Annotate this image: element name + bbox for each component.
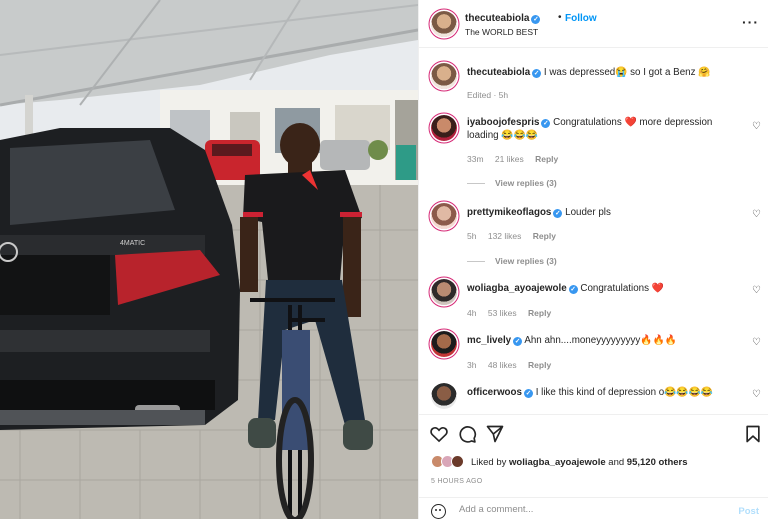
comment-time: 3h (467, 360, 477, 370)
comment-body: Ahn ahn....moneyyyyyyyyy🔥🔥🔥 (524, 335, 677, 346)
add-comment-bar: Post (419, 497, 768, 519)
caption-body: I was depressed😭 so I got a Benz 🤗 (543, 67, 711, 78)
commenter-avatar[interactable] (431, 331, 457, 357)
share-icon[interactable] (485, 424, 505, 444)
verified-badge-icon: ✓ (541, 119, 551, 128)
comment-like-heart-icon[interactable]: ♡ (752, 389, 761, 400)
comment-meta: 4h 53 likes Reply (467, 308, 560, 318)
liked-by-user[interactable]: woliagba_ayoajewole (509, 457, 606, 468)
post-sidebar: thecuteabiola ✓ • Follow The WORLD BEST ·… (418, 0, 768, 519)
verified-badge-icon: ✓ (568, 285, 578, 294)
verified-badge-icon: ✓ (553, 209, 563, 218)
more-horizontal-icon[interactable]: ··· (742, 14, 759, 30)
author-avatar[interactable] (431, 11, 457, 37)
comment-input[interactable] (459, 504, 719, 515)
comment-likes[interactable]: 48 likes (488, 360, 517, 370)
comment-text: mc_lively ✓ Ahn ahn....moneyyyyyyyyy🔥🔥🔥 (467, 335, 737, 348)
emoji-icon[interactable] (431, 504, 446, 519)
commenter-avatar[interactable] (431, 115, 457, 141)
comment-time: 33m (467, 154, 484, 164)
likes-summary[interactable]: Liked by woliagba_ayoajewole and 95,120 … (471, 457, 688, 468)
author-username[interactable]: thecuteabiola ✓ (465, 13, 541, 24)
post-actions: Liked by woliagba_ayoajewole and 95,120 … (419, 414, 768, 519)
instagram-post: 4MATIC thecuteabiola ✓ • Follow The WORL… (0, 0, 768, 519)
comment-body: Louder pls (565, 207, 611, 218)
comment-username[interactable]: prettymikeoflagos (467, 207, 551, 218)
comment-like-heart-icon[interactable]: ♡ (752, 121, 761, 132)
bookmark-icon[interactable] (743, 424, 763, 444)
view-replies-button[interactable]: View replies (3) (467, 256, 557, 266)
commenter-avatar[interactable] (431, 203, 457, 229)
post-photo[interactable]: 4MATIC (0, 0, 418, 519)
comment-icon[interactable] (457, 424, 477, 444)
author-subtitle: The WORLD BEST (465, 27, 539, 37)
reply-button[interactable]: Reply (528, 360, 551, 370)
comment-meta: 33m 21 likes Reply (467, 154, 567, 164)
caption-text: thecuteabiola ✓ I was depressed😭 so I got… (467, 67, 737, 80)
comment-time: 5h (467, 231, 477, 241)
comment-likes[interactable]: 21 likes (495, 154, 524, 164)
comment-text: officerwoos ✓ I like this kind of depress… (467, 387, 737, 400)
caption-meta: Edited · 5h (467, 90, 509, 100)
comment-time: 4h (467, 308, 477, 318)
comment-likes[interactable]: 53 likes (488, 308, 517, 318)
caption-avatar[interactable] (431, 63, 457, 89)
replies-line-divider (467, 183, 485, 185)
post-time[interactable]: 5 HOURS AGO (431, 478, 483, 485)
separator-dot: • (558, 12, 562, 23)
comment-likes[interactable]: 132 likes (488, 231, 522, 241)
post-header: thecuteabiola ✓ • Follow The WORLD BEST ·… (419, 0, 768, 48)
replies-line-divider (467, 261, 485, 263)
liked-by-others[interactable]: 95,120 others (627, 457, 688, 468)
comment-username[interactable]: iyaboojofespris (467, 117, 539, 128)
svg-text:4MATIC: 4MATIC (120, 240, 145, 247)
comments-list[interactable]: thecuteabiola ✓ I was depressed😭 so I got… (419, 49, 768, 414)
comment-like-heart-icon[interactable]: ♡ (752, 337, 761, 348)
comment-like-heart-icon[interactable]: ♡ (752, 285, 761, 296)
post-comment-button[interactable]: Post (738, 506, 759, 517)
heart-icon[interactable] (429, 424, 449, 444)
view-replies-button[interactable]: View replies (3) (467, 178, 557, 188)
verified-badge-icon: ✓ (513, 337, 523, 346)
comment-body: I like this kind of depression o😂😂😂😂 (535, 387, 714, 398)
commenter-avatar[interactable] (431, 279, 457, 305)
comment-body: Congratulations ❤️ (580, 283, 664, 294)
comment-like-heart-icon[interactable]: ♡ (752, 209, 761, 220)
commenter-avatar[interactable] (431, 383, 457, 409)
comment-meta: 5h 132 likes Reply (467, 231, 565, 241)
post-image: 4MATIC (0, 0, 418, 519)
comment-text: woliagba_ayoajewole ✓ Congratulations ❤️ (467, 283, 737, 296)
verified-badge-icon: ✓ (523, 389, 533, 398)
comment-username[interactable]: woliagba_ayoajewole (467, 283, 567, 294)
comment-meta: 3h 48 likes Reply (467, 360, 560, 370)
follow-button[interactable]: Follow (565, 13, 597, 24)
caption-username[interactable]: thecuteabiola (467, 67, 530, 78)
reply-button[interactable]: Reply (535, 154, 558, 164)
comment-username[interactable]: officerwoos (467, 387, 522, 398)
verified-badge-icon: ✓ (532, 69, 542, 78)
comment-text: prettymikeoflagos ✓ Louder pls (467, 207, 737, 220)
reply-button[interactable]: Reply (528, 308, 551, 318)
reply-button[interactable]: Reply (533, 231, 556, 241)
comment-username[interactable]: mc_lively (467, 335, 511, 346)
liker-avatar (451, 455, 464, 468)
verified-badge-icon: ✓ (531, 15, 541, 24)
comment-text: iyaboojofespris ✓ Congratulations ❤️ more… (467, 117, 737, 142)
